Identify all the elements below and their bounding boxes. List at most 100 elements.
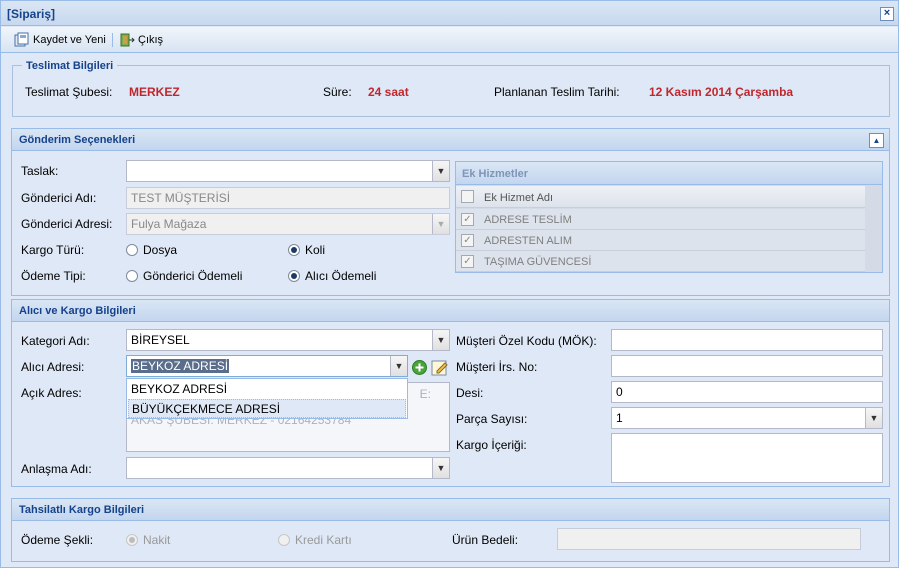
sender-address-combo: Fulya Mağaza ▼ <box>126 213 450 235</box>
window-title: [Sipariş] <box>7 7 56 21</box>
cod-panel-header: Tahsilatlı Kargo Bilgileri <box>12 499 889 521</box>
payment-type-recipient-radio[interactable]: Alıcı Ödemeli <box>288 269 376 283</box>
exit-button[interactable]: Çıkış <box>119 31 163 49</box>
product-price-field <box>557 528 861 550</box>
recipient-panel-header: Alıcı ve Kargo Bilgileri <box>12 300 889 322</box>
table-row: ✓ TAŞIMA GÜVENCESİ <box>456 251 865 272</box>
product-price-label: Ürün Bedeli: <box>452 533 519 547</box>
payment-cash-radio: Nakit <box>126 533 170 547</box>
recipient-address-combo[interactable]: BEYKOZ ADRESİ ▼ <box>126 355 408 377</box>
edit-address-icon[interactable] <box>431 358 450 377</box>
table-cell: ADRESTEN ALIM <box>484 235 573 247</box>
desi-value: 0 <box>616 385 623 399</box>
save-new-icon <box>14 32 29 47</box>
shipping-panel-title: Gönderim Seçenekleri <box>19 134 136 146</box>
sender-address-value: Fulya Mağaza <box>131 217 207 231</box>
table-cell: ADRESE TESLİM <box>484 214 572 226</box>
radio-button[interactable] <box>126 244 138 256</box>
cod-panel-title: Tahsilatlı Kargo Bilgileri <box>19 504 145 516</box>
sender-name-value: TEST MÜŞTERİSİ <box>131 191 231 205</box>
radio-label: Nakit <box>143 533 171 547</box>
waybill-field[interactable] <box>611 355 883 377</box>
cargo-type-dosya-radio[interactable]: Dosya <box>126 243 177 257</box>
duration-label: Süre: <box>323 85 352 99</box>
desi-label: Desi: <box>456 386 484 400</box>
add-address-icon[interactable] <box>411 359 428 376</box>
collapse-icon[interactable]: ▲ <box>869 133 884 148</box>
sender-address-label: Gönderici Adresi: <box>21 217 113 231</box>
chevron-down-icon[interactable]: ▼ <box>865 408 882 428</box>
checkbox: ✓ <box>461 234 474 247</box>
delivery-legend: Teslimat Bilgileri <box>22 60 118 72</box>
open-address-label: Açık Adres: <box>21 386 82 400</box>
pieces-label: Parça Sayısı: <box>456 412 528 426</box>
save-new-label: Kaydet ve Yeni <box>33 34 106 46</box>
extra-services-column-header: Ek Hizmet Adı <box>456 186 865 208</box>
radio-button <box>278 534 290 546</box>
agreement-label: Anlaşma Adı: <box>21 462 92 476</box>
chevron-down-icon[interactable]: ▼ <box>432 330 449 350</box>
chevron-down-icon: ▼ <box>432 214 449 234</box>
customer-code-label: Müşteri Özel Kodu (MÖK): <box>456 334 597 348</box>
payment-card-radio: Kredi Kartı <box>278 533 352 547</box>
dropdown-item[interactable]: BÜYÜKÇEKMECE ADRESİ <box>128 399 406 418</box>
extra-services-header: Ek Hizmetler <box>456 162 882 185</box>
select-all-checkbox <box>461 190 474 203</box>
payment-type-sender-radio[interactable]: Gönderici Ödemeli <box>126 269 242 283</box>
close-icon[interactable]: × <box>880 7 894 21</box>
address-dropdown-list: BEYKOZ ADRESİ BÜYÜKÇEKMECE ADRESİ <box>126 378 408 419</box>
contents-label: Kargo İçeriği: <box>456 438 527 452</box>
delivery-branch-label: Teslimat Şubesi: <box>25 85 113 99</box>
cargo-type-label: Kargo Türü: <box>21 243 85 257</box>
radio-label: Alıcı Ödemeli <box>305 269 377 283</box>
radio-button[interactable] <box>288 244 300 256</box>
toolbar: Kaydet ve Yeni Çıkış <box>1 27 898 53</box>
delivery-branch-value: MERKEZ <box>129 85 180 99</box>
save-new-button[interactable]: Kaydet ve Yeni <box>14 31 106 49</box>
pieces-combo[interactable]: 1 ▼ <box>611 407 883 429</box>
extra-services-title: Ek Hizmetler <box>462 168 529 180</box>
dropdown-item[interactable]: BEYKOZ ADRESİ <box>128 380 406 399</box>
category-value: BİREYSEL <box>131 333 190 347</box>
radio-button <box>126 534 138 546</box>
cargo-type-koli-radio[interactable]: Koli <box>288 243 325 257</box>
payment-type-label: Ödeme Tipi: <box>21 269 86 283</box>
extra-services-grid: Ek Hizmetler Ek Hizmet Adı ✓ ADRESE TESLİ… <box>455 161 883 273</box>
shipping-panel-header: Gönderim Seçenekleri ▲ <box>12 129 889 151</box>
planned-date-label: Planlanan Teslim Tarihi: <box>494 85 620 99</box>
window-titlebar[interactable]: [Sipariş] × <box>1 1 898 26</box>
recipient-panel-title: Alıcı ve Kargo Bilgileri <box>19 305 136 317</box>
waybill-label: Müşteri İrs. No: <box>456 360 538 374</box>
category-combo[interactable]: BİREYSEL ▼ <box>126 329 450 351</box>
radio-button[interactable] <box>288 270 300 282</box>
radio-label: Dosya <box>143 243 178 257</box>
order-window: [Sipariş] × Kaydet ve Yeni Çıkış Teslima… <box>0 0 899 568</box>
radio-button[interactable] <box>126 270 138 282</box>
chevron-down-icon[interactable]: ▼ <box>432 161 449 181</box>
chevron-down-icon[interactable]: ▼ <box>432 458 449 478</box>
planned-date-value: 12 Kasım 2014 Çarşamba <box>649 85 794 99</box>
recipient-address-value: BEYKOZ ADRESİ <box>131 359 230 373</box>
agreement-combo[interactable]: ▼ <box>126 457 450 479</box>
customer-code-field[interactable] <box>611 329 883 351</box>
sender-name-label: Gönderici Adı: <box>21 191 97 205</box>
payment-method-label: Ödeme Şekli: <box>21 533 94 547</box>
template-combo[interactable]: ▼ <box>126 160 450 182</box>
exit-icon <box>120 33 135 47</box>
chevron-down-icon[interactable]: ▼ <box>390 356 407 376</box>
sender-name-field: TEST MÜŞTERİSİ <box>126 187 450 209</box>
desi-field[interactable]: 0 <box>611 381 883 403</box>
table-row: ✓ ADRESTEN ALIM <box>456 230 865 251</box>
radio-label: Kredi Kartı <box>295 533 352 547</box>
radio-label: Gönderici Ödemeli <box>143 269 243 283</box>
pieces-value: 1 <box>616 411 623 425</box>
contents-textarea[interactable] <box>611 433 883 483</box>
checkbox: ✓ <box>461 213 474 226</box>
recipient-address-label: Alıcı Adresi: <box>21 360 85 374</box>
table-cell: TAŞIMA GÜVENCESİ <box>484 256 592 268</box>
exit-label: Çıkış <box>138 34 164 46</box>
extra-services-column: Ek Hizmet Adı <box>484 192 554 204</box>
duration-value: 24 saat <box>368 85 409 99</box>
checkbox: ✓ <box>461 255 474 268</box>
radio-label: Koli <box>305 243 326 257</box>
